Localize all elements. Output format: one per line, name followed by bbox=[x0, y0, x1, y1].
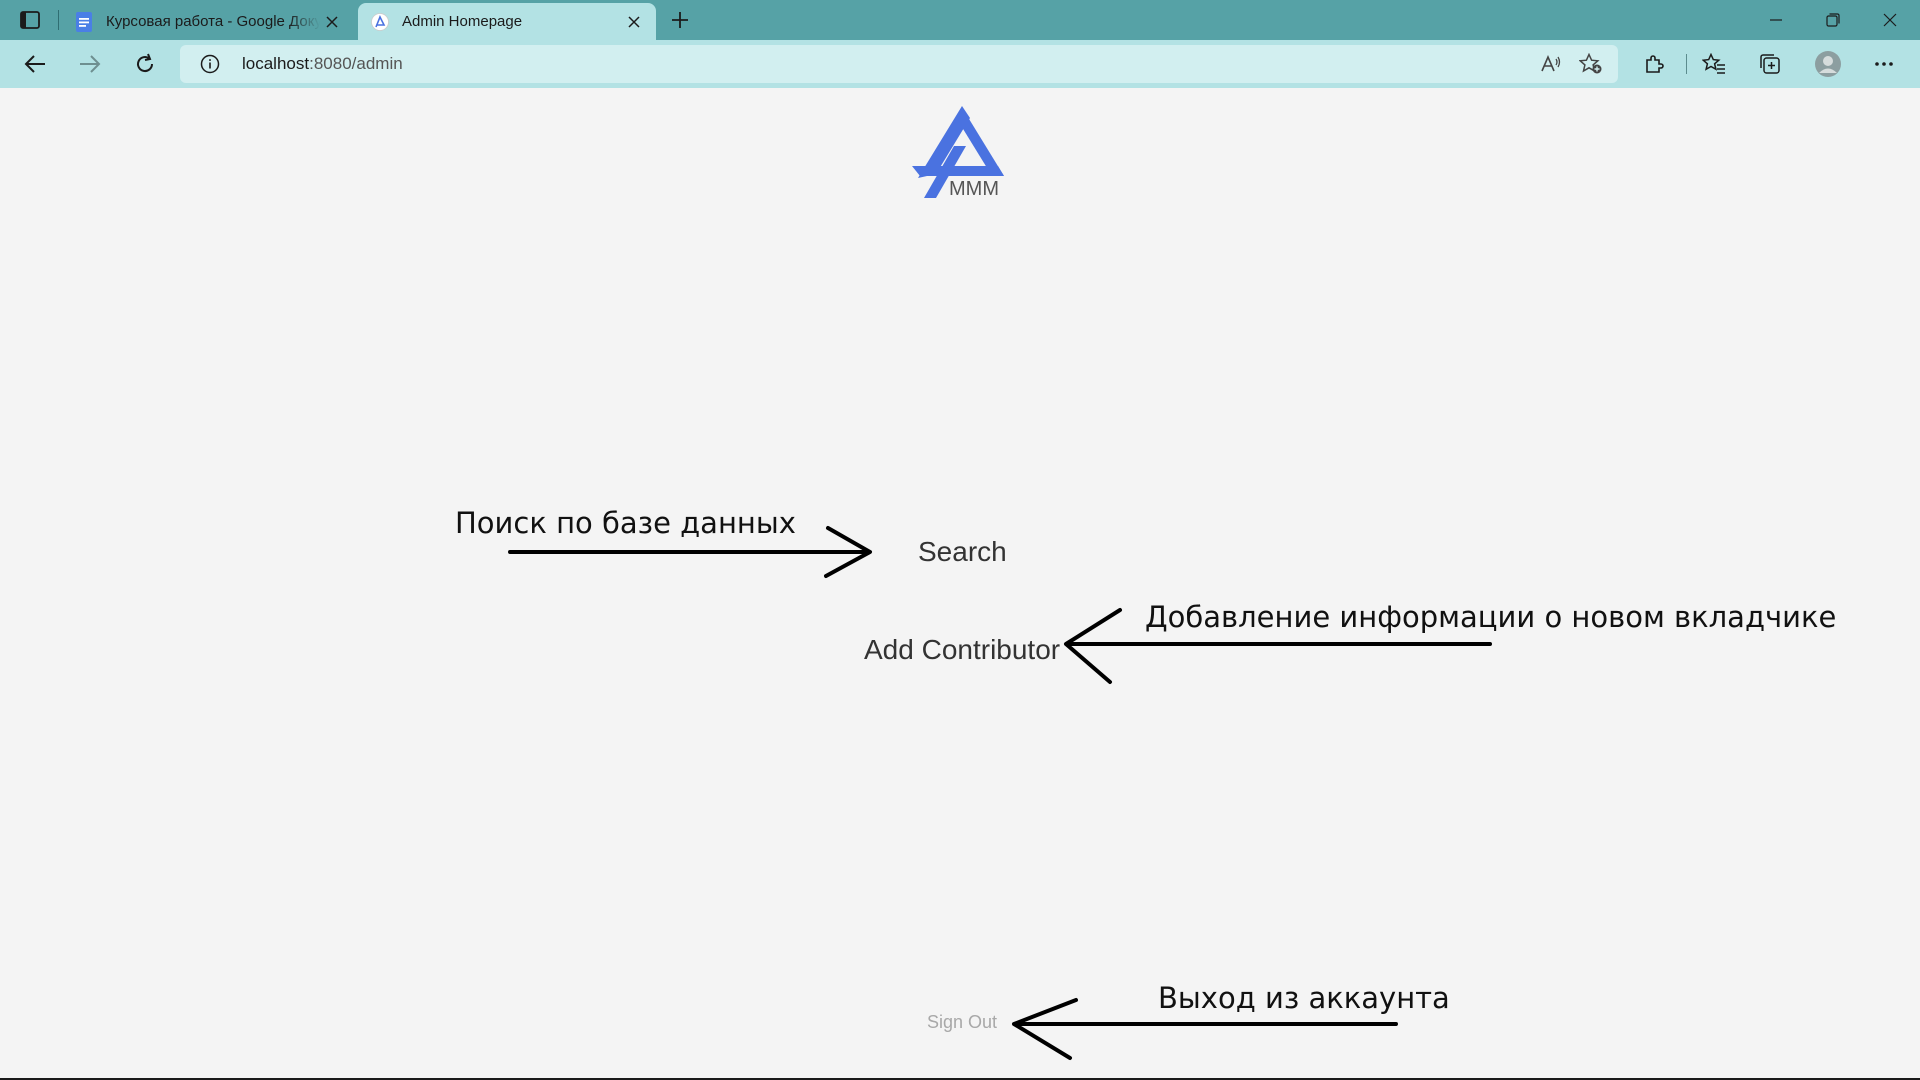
minimize-button[interactable] bbox=[1748, 0, 1804, 40]
tab-title: Admin Homepage bbox=[402, 13, 523, 30]
profile-avatar[interactable] bbox=[1810, 48, 1846, 80]
toolbar-divider bbox=[1686, 54, 1687, 74]
close-icon[interactable] bbox=[320, 10, 344, 34]
admin-homepage: MMM Search Поиск по базе данных Add Cont… bbox=[0, 88, 1920, 1078]
address-bar[interactable]: localhost:8080/admin bbox=[180, 45, 1618, 83]
add-favorite-icon[interactable] bbox=[1574, 48, 1608, 80]
logo-text: MMM bbox=[949, 178, 999, 200]
tab-title: Курсовая работа - Google Документы bbox=[106, 13, 320, 30]
more-options-icon[interactable] bbox=[1866, 48, 1902, 80]
back-button[interactable] bbox=[17, 48, 53, 80]
annotation-arrow-left bbox=[1012, 998, 1398, 1060]
tab-bar: Курсовая работа - Google Документы Admin… bbox=[0, 0, 1920, 40]
read-aloud-icon[interactable] bbox=[1534, 48, 1568, 80]
add-contributor-link[interactable]: Add Contributor bbox=[864, 634, 1060, 666]
extensions-icon[interactable] bbox=[1636, 48, 1672, 80]
close-icon[interactable] bbox=[622, 10, 646, 34]
mmm-logo-icon bbox=[370, 12, 390, 32]
forward-button[interactable] bbox=[72, 48, 108, 80]
annotation-arrow-right bbox=[508, 526, 872, 578]
google-docs-icon bbox=[74, 11, 94, 32]
new-tab-button[interactable] bbox=[664, 6, 696, 34]
tab-separator bbox=[58, 10, 59, 30]
close-window-button[interactable] bbox=[1862, 0, 1918, 40]
collections-icon[interactable] bbox=[1752, 48, 1788, 80]
url-text: localhost:8080/admin bbox=[242, 54, 403, 74]
url-path: :8080/admin bbox=[309, 54, 403, 73]
sign-out-link[interactable]: Sign Out bbox=[927, 1012, 997, 1033]
info-icon[interactable] bbox=[200, 54, 220, 74]
refresh-button[interactable] bbox=[127, 48, 163, 80]
annotation-arrow-left bbox=[1064, 608, 1492, 684]
restore-button[interactable] bbox=[1805, 0, 1861, 40]
url-host: localhost bbox=[242, 54, 310, 73]
tab-google-docs[interactable]: Курсовая работа - Google Документы bbox=[62, 3, 354, 40]
tab-actions-menu-icon[interactable] bbox=[14, 8, 46, 32]
favorites-icon[interactable] bbox=[1696, 48, 1732, 80]
tab-admin-homepage[interactable]: Admin Homepage bbox=[358, 3, 656, 40]
browser-toolbar: localhost:8080/admin bbox=[0, 40, 1920, 88]
search-link[interactable]: Search bbox=[918, 536, 1007, 568]
